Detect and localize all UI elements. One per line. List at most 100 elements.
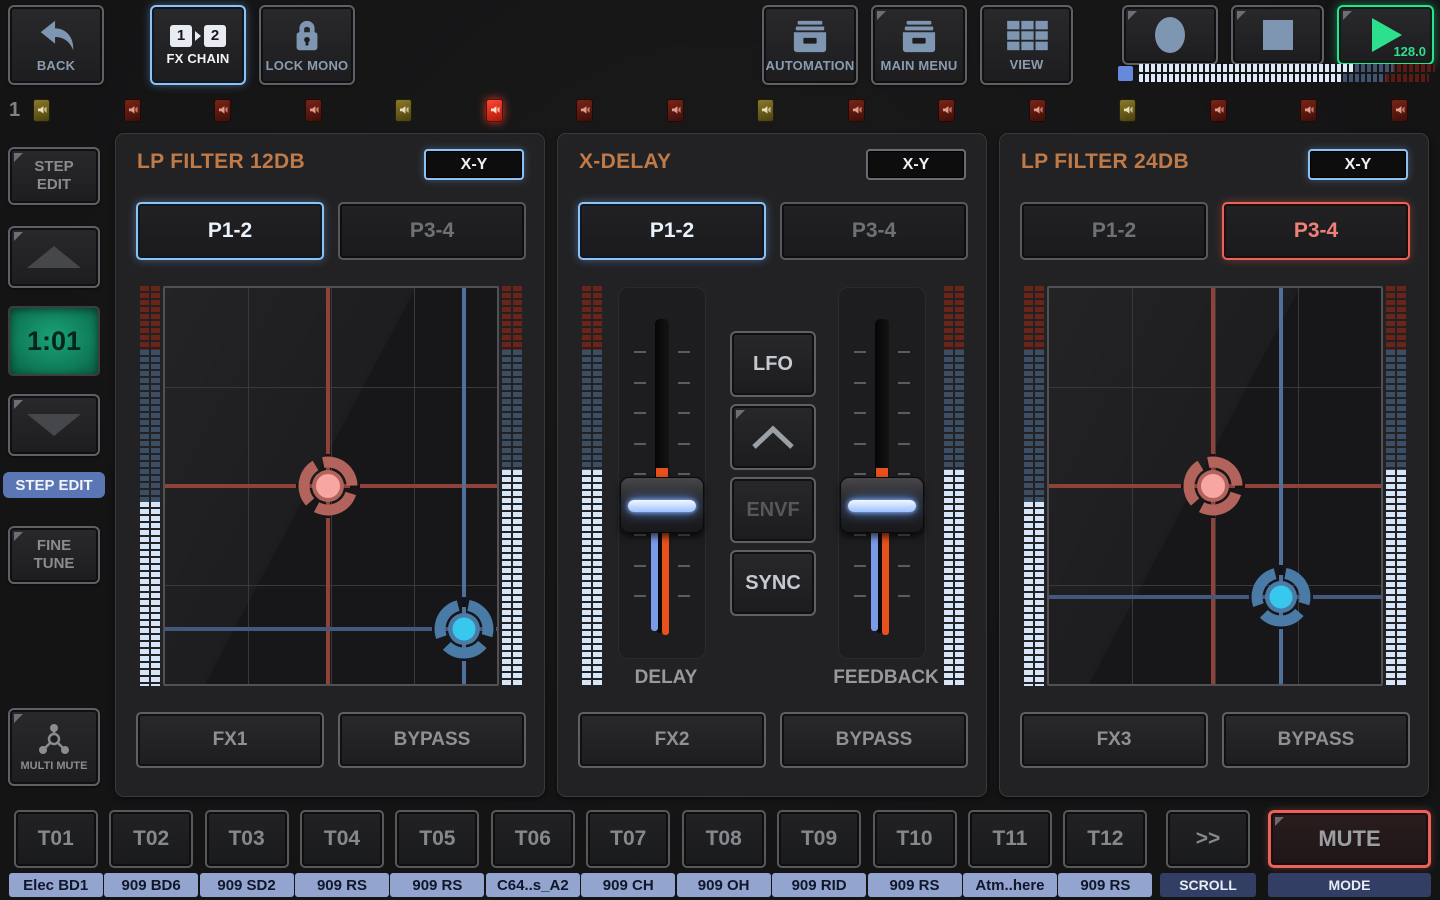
slider-tick xyxy=(634,382,690,384)
panel2-page2-button[interactable]: P3-4 xyxy=(780,202,968,260)
panel2-xy-button[interactable]: X-Y xyxy=(866,149,966,180)
step-edit-top-button[interactable]: STEP EDIT xyxy=(8,147,100,205)
track-sample-chip: 909 RS xyxy=(295,873,389,897)
track-button-t03[interactable]: T03 xyxy=(205,810,289,868)
level-meter xyxy=(582,286,602,686)
mute-label: MUTE xyxy=(1318,826,1380,852)
up-arrow-icon xyxy=(27,246,81,268)
step-mute-led-red[interactable] xyxy=(576,99,593,122)
track-button-t07[interactable]: T07 xyxy=(586,810,670,868)
position-up-button[interactable] xyxy=(8,226,100,288)
view-button[interactable]: VIEW xyxy=(980,5,1073,85)
panel3-page2-button[interactable]: P3-4 xyxy=(1222,202,1410,260)
step-mute-led-active[interactable] xyxy=(486,99,503,122)
progress-start-marker xyxy=(1118,66,1133,81)
envf-button[interactable]: ENVF xyxy=(730,477,816,543)
panel1-page2-button[interactable]: P3-4 xyxy=(338,202,526,260)
mute-button[interactable]: MUTE xyxy=(1268,810,1431,868)
panel3-xy-pad[interactable] xyxy=(1047,286,1383,686)
track-scroll-button[interactable]: >> xyxy=(1166,810,1250,868)
panel2-page1-button[interactable]: P1-2 xyxy=(578,202,766,260)
panel1-fx-select-button[interactable]: FX1 xyxy=(136,712,324,768)
automation-icon xyxy=(788,18,832,54)
multi-mute-button[interactable]: MULTI MUTE xyxy=(8,708,100,786)
panel1-xy-button[interactable]: X-Y xyxy=(424,149,524,180)
lock-mono-button[interactable]: LOCK MONO xyxy=(259,5,355,85)
track-button-t06[interactable]: T06 xyxy=(491,810,575,868)
position-down-button[interactable] xyxy=(8,394,100,456)
track-button-t11[interactable]: T11 xyxy=(968,810,1052,868)
stop-button[interactable] xyxy=(1231,5,1324,65)
track-button-t09[interactable]: T09 xyxy=(777,810,861,868)
main-menu-button[interactable]: MAIN MENU xyxy=(871,5,967,85)
lfo-button[interactable]: LFO xyxy=(730,331,816,397)
red-xy-puck[interactable] xyxy=(1181,454,1245,518)
main-menu-label: MAIN MENU xyxy=(881,58,958,73)
step-mute-led-red[interactable] xyxy=(1300,99,1317,122)
fine-tune-button[interactable]: FINE TUNE xyxy=(8,526,100,584)
fx-chain-button[interactable]: 1 2 FX CHAIN xyxy=(150,5,246,85)
step-mute-led-red[interactable] xyxy=(214,99,231,122)
blue-xy-puck[interactable] xyxy=(432,597,496,661)
automation-button[interactable]: AUTOMATION xyxy=(762,5,858,85)
fx-panel-3: LP FILTER 24DB X-Y P1-2 P3-4 xyxy=(999,133,1429,797)
record-button[interactable] xyxy=(1122,5,1218,65)
track-sample-chip: C64..s_A2 xyxy=(486,873,580,897)
blue-xy-puck[interactable] xyxy=(1249,565,1313,629)
delay-slider-handle[interactable] xyxy=(620,477,704,533)
back-button[interactable]: BACK xyxy=(8,5,104,85)
delay-label: DELAY xyxy=(602,667,730,689)
level-meter xyxy=(140,286,160,686)
step-mute-led-yellow[interactable] xyxy=(757,99,774,122)
track-cell: T02909 BD6 xyxy=(103,810,198,897)
panel3-fx-select-button[interactable]: FX3 xyxy=(1020,712,1208,768)
level-meter xyxy=(1024,286,1044,686)
step-mute-led-red[interactable] xyxy=(1210,99,1227,122)
lock-mono-label: LOCK MONO xyxy=(266,58,349,73)
slider-glow-bar xyxy=(628,500,696,512)
panel1-bypass-button[interactable]: BYPASS xyxy=(338,712,526,768)
panel2-bypass-button[interactable]: BYPASS xyxy=(780,712,968,768)
track-button-t10[interactable]: T10 xyxy=(873,810,957,868)
panel1-page1-button[interactable]: P1-2 xyxy=(136,202,324,260)
lfo-shape-button[interactable] xyxy=(730,404,816,470)
automation-label: AUTOMATION xyxy=(766,58,855,73)
step-mute-led-yellow[interactable] xyxy=(33,99,50,122)
track-button-t08[interactable]: T08 xyxy=(682,810,766,868)
step-mute-led-red[interactable] xyxy=(667,99,684,122)
feedback-slider-handle[interactable] xyxy=(840,477,924,533)
fx-chain-icon: 1 2 xyxy=(170,25,226,47)
slider-tick xyxy=(634,351,690,353)
track-button-t12[interactable]: T12 xyxy=(1063,810,1147,868)
panel1-xy-pad[interactable] xyxy=(163,286,499,686)
step-mute-led-red[interactable] xyxy=(1029,99,1046,122)
multi-mute-label: MULTI MUTE xyxy=(20,760,87,772)
play-button[interactable]: 128.0 xyxy=(1337,5,1434,65)
step-mute-led-red[interactable] xyxy=(848,99,865,122)
level-meter xyxy=(502,286,522,686)
step-mute-led-red[interactable] xyxy=(1391,99,1408,122)
step-mute-led-red[interactable] xyxy=(938,99,955,122)
track-button-t04[interactable]: T04 xyxy=(300,810,384,868)
feedback-slider[interactable] xyxy=(838,287,926,659)
panel3-bypass-button[interactable]: BYPASS xyxy=(1222,712,1410,768)
app-root: BACK 1 2 FX CHAIN LOCK MONO xyxy=(0,0,1440,900)
track-button-t01[interactable]: T01 xyxy=(14,810,98,868)
track-cell: T05909 RS xyxy=(390,810,485,897)
panel2-fx-select-button[interactable]: FX2 xyxy=(578,712,766,768)
panel3-xy-button[interactable]: X-Y xyxy=(1308,149,1408,180)
delay-slider[interactable] xyxy=(618,287,706,659)
track-button-t02[interactable]: T02 xyxy=(109,810,193,868)
step-mute-led-yellow[interactable] xyxy=(395,99,412,122)
red-xy-puck[interactable] xyxy=(296,454,360,518)
step-mute-led-yellow[interactable] xyxy=(1119,99,1136,122)
step-led-row xyxy=(33,99,1408,123)
triangle-wave-icon xyxy=(749,422,797,452)
panel3-page1-button[interactable]: P1-2 xyxy=(1020,202,1208,260)
step-edit-mode-badge: STEP EDIT xyxy=(3,472,105,498)
sync-button[interactable]: SYNC xyxy=(730,550,816,616)
scroll-chip: SCROLL xyxy=(1160,873,1256,897)
step-mute-led-red[interactable] xyxy=(124,99,141,122)
step-mute-led-red[interactable] xyxy=(305,99,322,122)
track-button-t05[interactable]: T05 xyxy=(395,810,479,868)
